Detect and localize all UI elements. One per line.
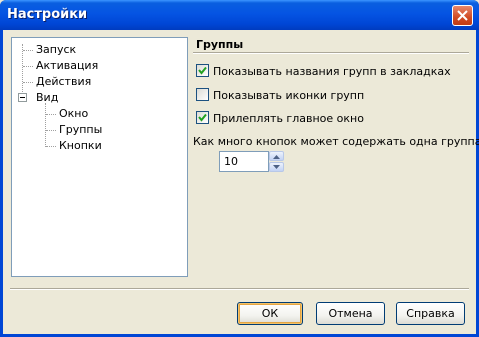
check-icon: [198, 113, 207, 122]
stick-main-window-label[interactable]: Прилеплять главное окно: [213, 112, 364, 125]
close-icon: [457, 10, 468, 21]
show-group-names-checkbox[interactable]: [196, 64, 209, 77]
tree-item-buttons[interactable]: Кнопки: [59, 139, 102, 152]
section-title: Группы: [196, 38, 244, 51]
tree-item-actions[interactable]: Действия: [36, 75, 91, 88]
show-group-names-label[interactable]: Показывать названия групп в закладках: [213, 65, 451, 78]
settings-tree[interactable]: Запуск Активация Действия Вид Окно Групп…: [11, 37, 188, 277]
bottom-divider: [10, 288, 469, 290]
dialog-window: Настройки Запуск Активация Действия Вид …: [0, 0, 479, 337]
max-buttons-input[interactable]: 10: [219, 151, 269, 172]
tree-item-startup[interactable]: Запуск: [36, 43, 76, 56]
arrow-down-icon: [273, 165, 280, 169]
stick-main-window-checkbox[interactable]: [196, 111, 209, 124]
tree-branch: [46, 130, 56, 131]
section-divider: [193, 52, 469, 54]
show-group-icons-label[interactable]: Показывать иконки групп: [213, 89, 364, 102]
tree-item-window[interactable]: Окно: [59, 107, 88, 120]
tree-item-groups[interactable]: Группы: [59, 123, 102, 136]
cancel-button[interactable]: Отмена: [316, 302, 385, 325]
tree-branch: [23, 50, 33, 51]
tree-branch: [46, 114, 56, 115]
tree-root-line: [22, 44, 23, 96]
max-buttons-spinner: [269, 151, 284, 172]
tree-branch: [23, 82, 33, 83]
title-bar[interactable]: Настройки: [0, 0, 479, 30]
arrow-up-icon: [273, 155, 280, 159]
tree-branch: [46, 146, 56, 147]
ok-button[interactable]: ОК: [237, 302, 303, 325]
tree-child-line: [45, 103, 46, 147]
check-icon: [198, 66, 207, 75]
max-buttons-label: Как много кнопок может содержать одна гр…: [193, 135, 479, 148]
show-group-icons-checkbox[interactable]: [196, 88, 209, 101]
tree-branch: [23, 66, 33, 67]
tree-item-activation[interactable]: Активация: [36, 59, 98, 72]
dialog-client-area: Запуск Активация Действия Вид Окно Групп…: [3, 30, 479, 334]
tree-item-view[interactable]: Вид: [36, 91, 58, 104]
help-button[interactable]: Справка: [396, 302, 465, 325]
collapse-minus-icon[interactable]: [18, 93, 27, 102]
spin-down-button[interactable]: [269, 162, 284, 172]
window-title: Настройки: [7, 7, 88, 22]
spin-up-button[interactable]: [269, 151, 284, 161]
close-button[interactable]: [452, 5, 473, 26]
